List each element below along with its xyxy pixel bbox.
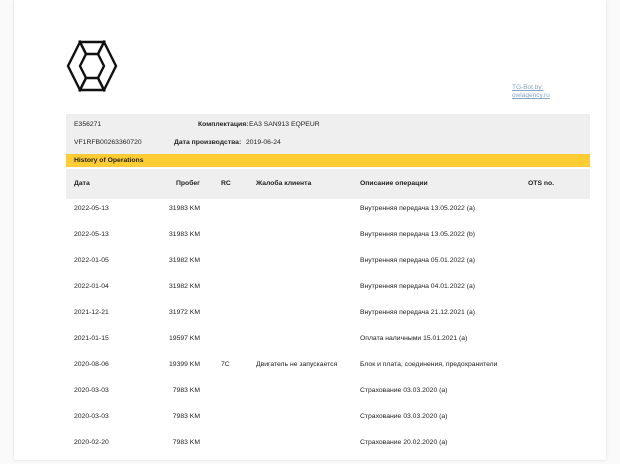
cell-description: Оплата наличными 15.01.2021 (a) [360,335,468,342]
cell-date: 2022-01-05 [74,257,109,264]
cell-date: 2021-01-15 [74,335,109,342]
table-header: Дата Пробег RC Жалоба клиента Описание о… [66,169,590,199]
cell-date: 2020-08-06 [74,361,109,368]
table-row: 2020-02-20 7983 KM Страхование 20.02.202… [66,433,590,464]
section-title: History of Operations [74,157,144,164]
cell-description: Страхование 20.02.2020 (a) [360,439,448,446]
production-date-label: Дата производства: [174,139,242,146]
cell-date: 2022-05-13 [74,231,109,238]
vehicle-code: E356271 [74,121,102,128]
cell-date: 2020-03-03 [74,413,109,420]
vin-number: VF1RFB00263360720 [74,139,142,146]
cell-date: 2022-05-13 [74,205,109,212]
cell-mileage: 7983 KM [172,413,200,420]
cell-mileage: 19597 KM [169,335,200,342]
col-header-mileage: Пробег [176,180,200,187]
tg-bot-link[interactable]: TG-Bot by: owlagency.ru [512,84,582,100]
cell-description: Страхование 03.03.2020 (a) [360,413,448,420]
col-header-date: Дата [74,180,90,187]
col-header-rc: RC [221,180,231,187]
vehicle-info-panel: E356271 Комплектация: EA3 SAN913 EQPEUR … [66,114,590,154]
history-section-header: History of Operations [66,154,590,167]
cell-rc: 7C [221,361,230,368]
cell-description: Внутренняя передача 05.01.2022 (a) [360,257,476,264]
cell-date: 2020-02-20 [74,439,109,446]
col-header-description: Описание операции [360,180,428,187]
col-header-ots: OTS no. [528,180,555,187]
cell-mileage: 19399 KM [169,361,200,368]
cell-mileage: 31982 KM [169,257,200,264]
production-date-value: 2019-06-24 [246,139,281,146]
cell-description: Внутренняя передача 04.01.2022 (a) [360,283,476,290]
cell-description: Внутренняя передача 21.12.2021 (a) [360,309,476,316]
trim-value: EA3 SAN913 EQPEUR [249,121,320,128]
renault-logo-icon [66,40,118,92]
cell-description: Внутренняя передача 13.05.2022 (b) [360,231,476,238]
cell-date: 2021-12-21 [74,309,109,316]
trim-label: Комплектация: [198,121,249,128]
cell-mileage: 31972 KM [169,309,200,316]
cell-mileage: 7983 KM [172,387,200,394]
cell-complaint: Двигатель не запускается [256,361,338,368]
cell-description: Внутренняя передача 13.05.2022 (a) [360,205,476,212]
cell-mileage: 7983 KM [172,439,200,446]
cell-description: Страхование 03.03.2020 (a) [360,387,448,394]
cell-mileage: 31983 KM [169,231,200,238]
col-header-complaint: Жалоба клиента [256,180,312,187]
cell-description: Блок и плата, соединения, предохранители [360,361,498,368]
cell-date: 2022-01-04 [74,283,109,290]
cell-mileage: 31982 KM [169,283,200,290]
cell-date: 2020-03-03 [74,387,109,394]
cell-mileage: 31983 KM [169,205,200,212]
document-page: TG-Bot by: owlagency.ru E356271 Комплект… [14,0,606,460]
